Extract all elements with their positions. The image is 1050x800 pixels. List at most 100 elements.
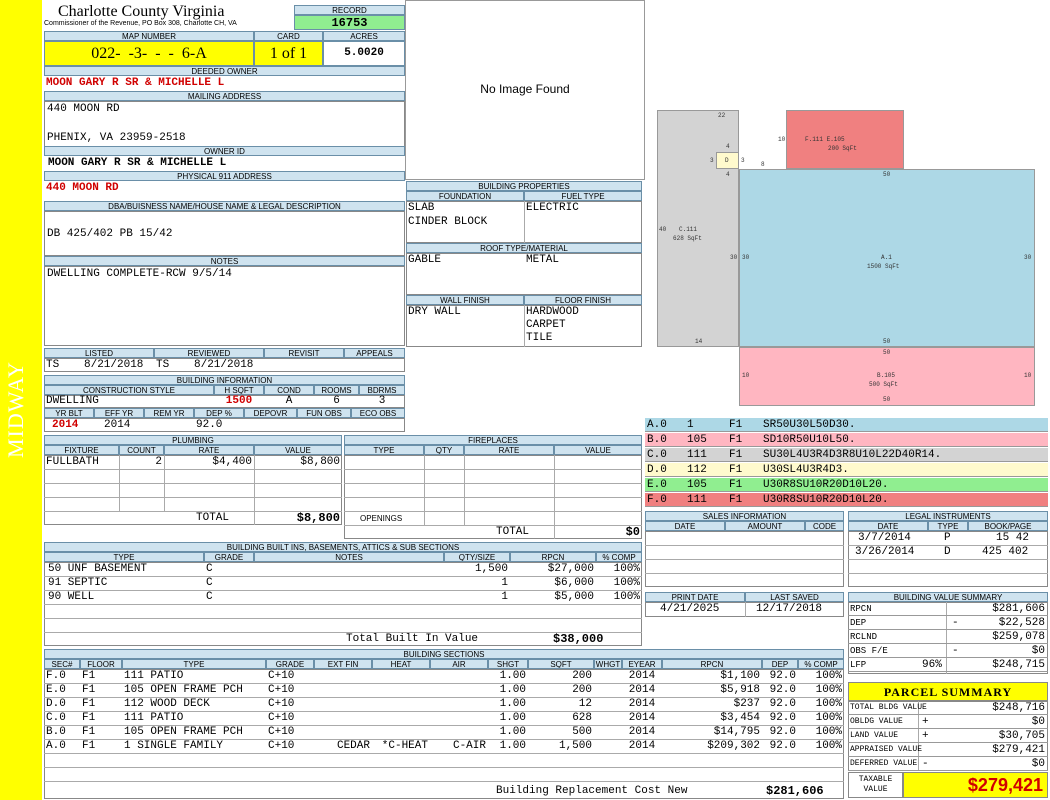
sec-cell-floor: F1 bbox=[82, 670, 96, 682]
fuel-value: ELECTRIC bbox=[526, 202, 579, 214]
bdrms-header: BDRMS bbox=[359, 385, 405, 395]
floor-3: TILE bbox=[526, 332, 553, 344]
bi-comp-2: 100% bbox=[613, 577, 640, 589]
sec-header-shgt: SHGT bbox=[488, 659, 528, 669]
effyr-value: 2014 bbox=[104, 419, 131, 431]
floor-1: HARDWOOD bbox=[526, 306, 579, 318]
sec-cell-grade: C+10 bbox=[268, 740, 295, 752]
sec-cell-grade: C+10 bbox=[268, 712, 295, 724]
map-number: 022- -3- - - 6-A bbox=[44, 41, 254, 66]
sec-cell-grade: C+10 bbox=[268, 726, 295, 738]
sk-f-label: F.111 E.105 bbox=[805, 136, 845, 143]
fp-type-header: TYPE bbox=[344, 445, 424, 455]
parcel-summary-title: PARCEL SUMMARY bbox=[848, 682, 1048, 701]
legend-floor: F1 bbox=[729, 464, 743, 476]
legend-num: 111 bbox=[687, 449, 707, 461]
sec-cell-eyear: 2014 bbox=[628, 684, 656, 696]
parcel-obldg-label: OBLDG VALUE bbox=[850, 717, 903, 726]
sk-n50b: 50 bbox=[883, 338, 891, 345]
bi-rpcn-header: RPCN bbox=[510, 552, 596, 562]
sec-header-whgt: WHGT bbox=[594, 659, 622, 669]
legend-path: U30R8SU10R20D10L20. bbox=[763, 494, 889, 506]
sections-total: $281,606 bbox=[766, 784, 824, 798]
print-date-label: PRINT DATE bbox=[645, 592, 745, 602]
sec-cell-comp: 100% bbox=[815, 670, 842, 682]
sec-cell-eyear: 2014 bbox=[628, 670, 656, 682]
sec-cell-eyear: 2014 bbox=[628, 712, 656, 724]
legend-path: U30SL4U3R4D3. bbox=[763, 464, 849, 476]
sec-cell-grade: C+10 bbox=[268, 698, 295, 710]
bldg-props-label: BUILDING PROPERTIES bbox=[406, 181, 642, 191]
sec-cell-floor: F1 bbox=[82, 726, 96, 738]
parcel-bldg-label: TOTAL BLDG VALUE bbox=[850, 703, 927, 712]
bi-qty-1: 1,500 bbox=[474, 563, 508, 575]
sec-cell-sqft: 500 bbox=[572, 726, 592, 738]
bi-comp-1: 100% bbox=[613, 563, 640, 575]
ecoobs-header: ECO OBS bbox=[351, 408, 405, 418]
sec-cell-dep: 92.0 bbox=[769, 670, 796, 682]
bvs-lfr: $248,715 bbox=[992, 659, 1045, 671]
rooms-header: ROOMS bbox=[314, 385, 359, 395]
legend-row: C.0 111 F1 SU30L4U3R4D3R8U10L22D40R14. bbox=[645, 448, 1048, 462]
sketch-area-f bbox=[786, 110, 904, 169]
plumbing-total: $8,800 bbox=[296, 511, 340, 525]
sec-cell-sqft: 628 bbox=[572, 712, 592, 724]
sec-cell-sqft: 200 bbox=[572, 670, 592, 682]
legend-floor: F1 bbox=[729, 449, 743, 461]
sec-header-sqft: SQFT bbox=[528, 659, 594, 669]
sk-n10c: 10 bbox=[1024, 372, 1032, 379]
last-saved-value: 12/17/2018 bbox=[756, 603, 823, 615]
taxable-value: $279,421 bbox=[903, 772, 1048, 798]
sec-header-extfin: EXT FIN bbox=[314, 659, 372, 669]
bvs-obs-label: OBS F/E bbox=[850, 646, 888, 656]
sec-cell-sec: A.0 bbox=[46, 740, 66, 752]
sec-cell-eyear: 2014 bbox=[628, 698, 656, 710]
card-value: 1 of 1 bbox=[254, 41, 323, 66]
rate-header: RATE bbox=[164, 445, 254, 455]
legend-path: SD10R50U10L50. bbox=[763, 434, 856, 446]
dep-value: 92.0 bbox=[196, 419, 223, 431]
bvs-rpcn: $281,606 bbox=[992, 603, 1045, 615]
sec-cell-floor: F1 bbox=[82, 684, 96, 696]
sk-n10b: 10 bbox=[742, 372, 750, 379]
sec-cell-air: C-AIR bbox=[452, 740, 486, 752]
sec-cell-shgt: 1.00 bbox=[499, 726, 526, 738]
legend-path: SR50U30L50D30. bbox=[763, 419, 856, 431]
bi-type-1: 50 UNF BASEMENT bbox=[48, 563, 148, 575]
sk-a-label: A.1 bbox=[881, 254, 892, 261]
bi-rpcn-2: $6,000 bbox=[554, 577, 594, 589]
funobs-header: FUN OBS bbox=[297, 408, 351, 418]
roof-box bbox=[406, 253, 642, 295]
parcel-land-label: LAND VALUE bbox=[850, 731, 899, 740]
legal-label: LEGAL INSTRUMENTS bbox=[848, 511, 1048, 521]
bvs-rpcn-label: RPCN bbox=[850, 604, 872, 614]
sec-cell-comp: 100% bbox=[815, 698, 842, 710]
sqft-header: H SQFT bbox=[214, 385, 264, 395]
record-label: RECORD bbox=[294, 5, 405, 15]
sec-header-comp: % COMP bbox=[798, 659, 844, 669]
cond-header: COND bbox=[264, 385, 314, 395]
reviewed-by: TS bbox=[156, 359, 170, 371]
legal-book-header: BOOK/PAGE bbox=[968, 521, 1048, 531]
taxable-label-2: VALUE bbox=[863, 785, 888, 794]
remyr-header: REM YR bbox=[144, 408, 194, 418]
bvs-lfr-pct: 96% bbox=[922, 659, 942, 671]
no-image-text: No Image Found bbox=[480, 82, 570, 96]
cond-value: A bbox=[285, 395, 293, 407]
legal-type-header: TYPE bbox=[928, 521, 968, 531]
legend-code: C.0 bbox=[647, 449, 667, 461]
sales-code-header: CODE bbox=[805, 521, 844, 531]
legend-code: B.0 bbox=[647, 434, 667, 446]
sk-c-sqft: 628 SqFt bbox=[673, 235, 702, 242]
bi-type-3: 90 WELL bbox=[48, 591, 95, 603]
wall-label: WALL FINISH bbox=[406, 295, 524, 305]
bvs-rclnd: $259,078 bbox=[992, 631, 1045, 643]
legend-row: A.0 1 F1 SR50U30L50D30. bbox=[645, 418, 1048, 432]
legal-date-2: 3/26/2014 bbox=[855, 546, 915, 558]
legend-floor: F1 bbox=[729, 434, 743, 446]
parcel-def-sign: - bbox=[922, 758, 929, 770]
sec-cell-floor: F1 bbox=[82, 712, 96, 724]
bi-grade-header: GRADE bbox=[204, 552, 254, 562]
plumbing-value: $8,800 bbox=[300, 456, 340, 468]
sec-cell-rpcn: $14,795 bbox=[713, 726, 760, 738]
